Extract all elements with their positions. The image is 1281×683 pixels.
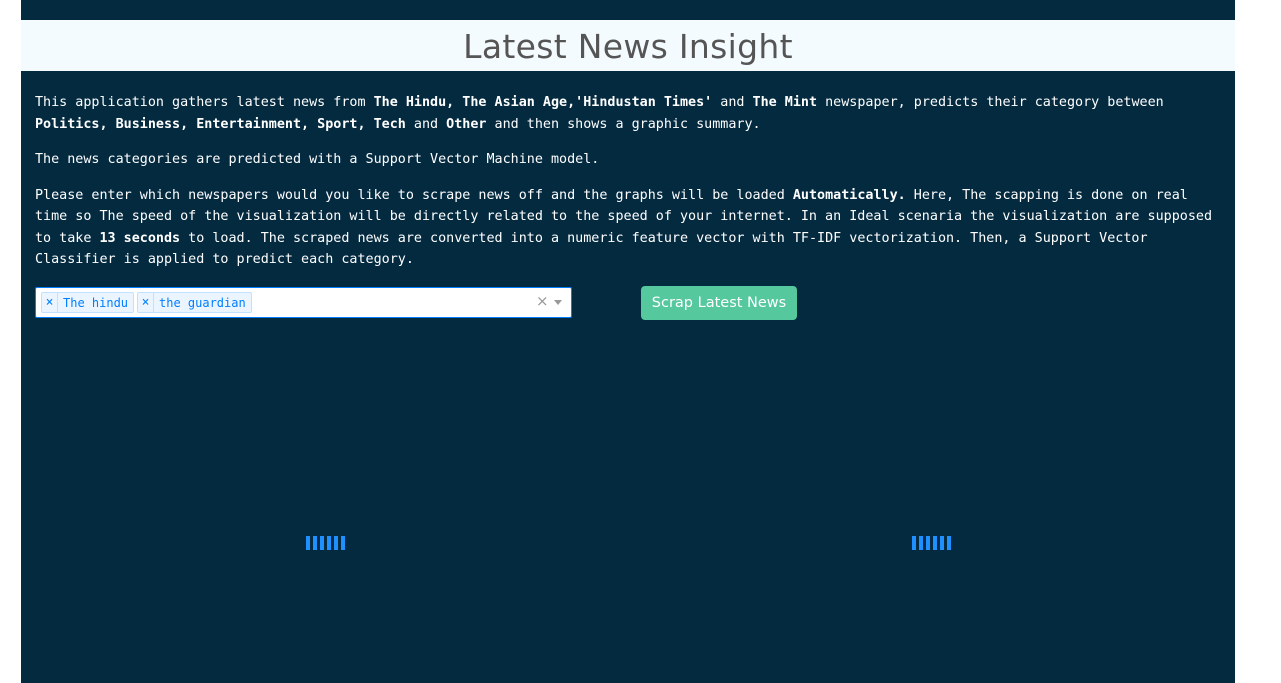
header-bar: Latest News Insight [21,20,1235,71]
loading-spinner-icon [912,536,951,550]
loader-bar [919,536,923,550]
loader-bar [940,536,944,550]
close-icon[interactable]: × [42,293,58,312]
page-title: Latest News Insight [463,27,793,66]
category-other-bold: Other [446,116,487,132]
intro-text-segment: and then shows a graphic summary. [486,116,761,132]
intro-paragraph-3: Please enter which newspapers would you … [35,185,1225,271]
selected-chip-the-hindu: × The hindu [41,292,135,313]
newspaper-list-bold: The Hindu, The Asian Age,'Hindustan Time… [373,95,713,110]
selected-chip-the-guardian: × the guardian [137,292,252,313]
intro-paragraph-2: The news categories are predicted with a… [35,152,600,167]
loader-bar [320,536,324,550]
automatically-bold: Automatically. [792,187,906,203]
chip-label: The hindu [63,295,129,310]
intro-text-segment: Please enter which newspapers would you … [35,187,793,203]
intro-text-segment: and [712,95,753,110]
intro-text-segment: newspaper, predicts their category betwe… [817,95,1164,110]
chevron-down-icon[interactable] [554,300,562,305]
loader-bar [306,536,310,550]
clear-icon[interactable]: × [536,292,549,310]
chip-label: the guardian [159,295,246,310]
loader-bar [327,536,331,550]
category-list-bold: Politics, Business, Entertainment, Sport… [35,116,406,132]
loading-spinner-icon [306,536,345,550]
intro-text-segment: to load. The scraped news are converted … [35,230,1148,268]
loader-bar [947,536,951,550]
app-container: Latest News Insight This application gat… [21,0,1235,683]
newspaper-multi-select[interactable]: × The hindu × the guardian × [35,287,572,318]
intro-text-segment: This application gathers latest news fro… [35,95,374,110]
intro-paragraph-1: This application gathers latest news fro… [35,92,1225,135]
loader-bar [926,536,930,550]
newspaper-mint-bold: The Mint [752,95,818,110]
loader-bar [334,536,338,550]
intro-text-segment: and [405,116,447,132]
loader-bar [912,536,916,550]
loader-bar [313,536,317,550]
close-icon[interactable]: × [138,293,154,312]
intro-text: This application gathers latest news fro… [35,92,1225,285]
loader-bar [341,536,345,550]
load-time-bold: 13 seconds [99,230,181,246]
loader-bar [933,536,937,550]
scrap-latest-news-button[interactable]: Scrap Latest News [641,286,797,320]
